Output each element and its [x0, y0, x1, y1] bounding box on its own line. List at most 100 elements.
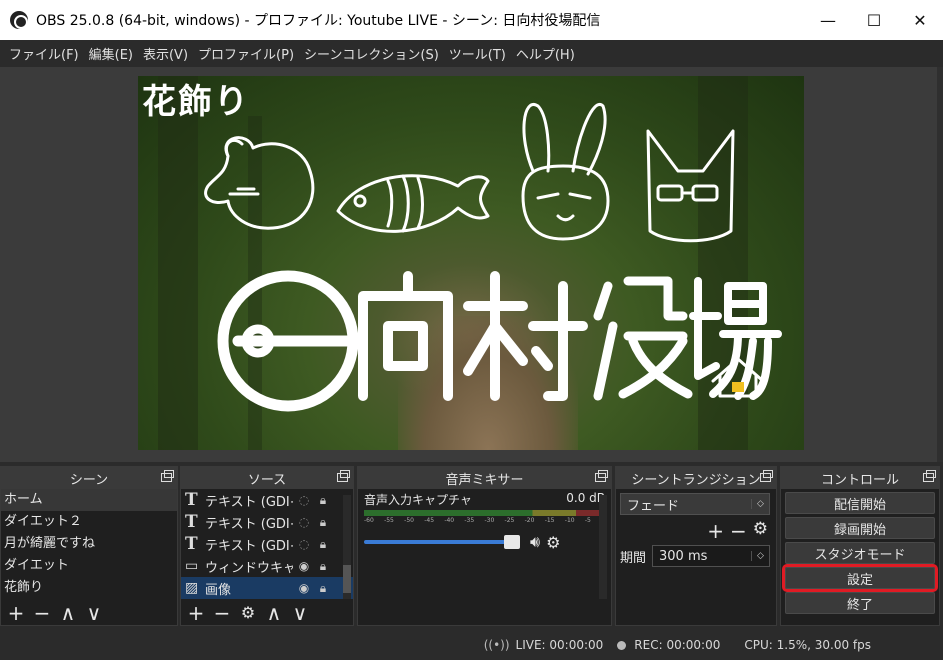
- preview-edge: [937, 67, 943, 462]
- menu-edit[interactable]: 編集(E): [84, 44, 138, 63]
- text-source-icon: T: [185, 490, 198, 510]
- source-row[interactable]: ▭ ウィンドウキャプ ◉ 🔒︎: [181, 555, 353, 577]
- tick-label: -5: [584, 517, 591, 524]
- controls-title: コントロール: [820, 472, 899, 488]
- scene-item-flower[interactable]: 花飾り: [1, 577, 177, 599]
- channel-name: 音声入力キャプチャ: [364, 493, 472, 507]
- float-icon[interactable]: [760, 470, 773, 482]
- live-status: ((•)) LIVE: 00:00:00: [484, 638, 604, 652]
- tick-label: -25: [504, 517, 515, 524]
- window-capture-icon: ▭: [185, 558, 199, 574]
- eye-hidden-icon[interactable]: ◌: [293, 537, 315, 551]
- remove-scene-button[interactable]: −: [33, 603, 51, 623]
- gear-icon[interactable]: ⚙: [753, 519, 768, 543]
- menu-view[interactable]: 表示(V): [138, 44, 193, 63]
- scene-item-home[interactable]: ホーム: [1, 489, 177, 511]
- lock-icon[interactable]: 🔒︎: [315, 559, 331, 574]
- source-row[interactable]: T テキスト (GDI+ ◌ 🔒︎: [181, 489, 353, 511]
- start-recording-button[interactable]: 録画開始: [785, 517, 935, 539]
- transition-tools: + − ⚙: [616, 515, 776, 543]
- rec-time: REC: 00:00:00: [634, 638, 721, 652]
- move-up-button[interactable]: ∧: [265, 603, 283, 623]
- speaker-icon[interactable]: 🔊︎: [530, 532, 540, 552]
- broadcast-icon: ((•)): [483, 638, 510, 652]
- menu-tools[interactable]: ツール(T): [444, 44, 511, 63]
- studio-mode-button[interactable]: スタジオモード: [785, 542, 935, 564]
- scenes-title: シーン: [69, 472, 109, 488]
- source-properties-button[interactable]: ⚙: [239, 603, 257, 623]
- status-bar: ((•)) LIVE: 00:00:00 REC: 00:00:00 CPU: …: [0, 630, 943, 660]
- duration-row: 期間 300 ms ◇: [620, 545, 770, 567]
- move-down-button[interactable]: ∨: [291, 603, 309, 623]
- volume-meter: [364, 510, 605, 516]
- move-up-button[interactable]: ∧: [59, 603, 77, 623]
- eye-hidden-icon[interactable]: ◌: [293, 515, 315, 529]
- duration-value: 300 ms: [659, 548, 708, 564]
- transition-value: フェード: [627, 498, 680, 514]
- rec-status: REC: 00:00:00: [617, 638, 720, 652]
- scene-item-diet2[interactable]: ダイエット２: [1, 511, 177, 533]
- minimize-button[interactable]: —: [805, 0, 851, 40]
- mixer-scrollbar[interactable]: [599, 495, 607, 599]
- volume-slider-handle[interactable]: [504, 535, 520, 549]
- start-streaming-button[interactable]: 配信開始: [785, 492, 935, 514]
- remove-transition-button[interactable]: −: [730, 519, 747, 543]
- menu-file[interactable]: ファイル(F): [4, 44, 84, 63]
- scene-item-moon[interactable]: 月が綺麗ですね: [1, 533, 177, 555]
- transition-select[interactable]: フェード ◇: [620, 493, 770, 515]
- source-row[interactable]: T テキスト (GDI+ ◌ 🔒︎: [181, 533, 353, 555]
- meter-ticks: -60 -55 -50 -45 -40 -35 -30 -25 -20 -15 …: [364, 517, 605, 524]
- scenes-dock: シーン ホーム ダイエット２ 月が綺麗ですね ダイエット 花飾り + − ∧ ∨: [0, 466, 178, 626]
- add-source-button[interactable]: +: [187, 603, 205, 623]
- menu-scene-collection[interactable]: シーンコレクション(S): [299, 44, 444, 63]
- source-row[interactable]: T テキスト (GDI+ ◌ 🔒︎: [181, 511, 353, 533]
- eye-icon[interactable]: ◉: [293, 581, 315, 595]
- tick-label: -15: [544, 517, 555, 524]
- exit-button[interactable]: 終了: [785, 592, 935, 614]
- lock-icon[interactable]: 🔒︎: [315, 581, 331, 596]
- volume-slider[interactable]: [364, 535, 520, 549]
- maximize-button[interactable]: ☐: [851, 0, 897, 40]
- source-row-selected[interactable]: ▨ 画像 ◉ 🔒︎: [181, 577, 353, 599]
- scenes-toolbar: + − ∧ ∨: [1, 601, 177, 625]
- gear-icon[interactable]: ⚙: [546, 533, 560, 552]
- spin-arrows-icon[interactable]: ◇: [751, 551, 769, 561]
- tick-label: -55: [384, 517, 394, 524]
- text-source-icon: T: [185, 512, 198, 532]
- mixer-channel: 音声入力キャプチャ 0.0 dB: [358, 489, 611, 508]
- menu-profile[interactable]: プロファイル(P): [193, 44, 299, 63]
- tick-label: -60: [364, 517, 374, 524]
- float-icon[interactable]: [161, 470, 174, 482]
- lock-icon[interactable]: 🔒︎: [315, 537, 331, 552]
- float-icon[interactable]: [595, 470, 608, 482]
- lock-icon[interactable]: 🔒︎: [315, 493, 331, 508]
- scene-item-diet[interactable]: ダイエット: [1, 555, 177, 577]
- chevron-updown-icon: ◇: [751, 499, 769, 509]
- lock-icon[interactable]: 🔒︎: [315, 515, 331, 530]
- sources-scrollbar[interactable]: [343, 495, 351, 599]
- menu-bar: ファイル(F) 編集(E) 表示(V) プロファイル(P) シーンコレクション(…: [0, 40, 943, 67]
- preview-canvas[interactable]: 花飾り: [138, 76, 804, 450]
- close-button[interactable]: ✕: [897, 0, 943, 40]
- float-icon[interactable]: [923, 470, 936, 482]
- cpu-status: CPU: 1.5%, 30.00 fps: [744, 638, 871, 652]
- scroll-thumb[interactable]: [343, 565, 351, 593]
- add-transition-button[interactable]: +: [707, 519, 724, 543]
- tick-label: -30: [484, 517, 495, 524]
- menu-help[interactable]: ヘルプ(H): [511, 44, 580, 63]
- volume-row: 🔊︎ ⚙: [364, 532, 605, 552]
- text-source-icon: T: [185, 534, 198, 554]
- tick-label: -45: [424, 517, 435, 524]
- settings-button[interactable]: 設定: [782, 564, 938, 592]
- remove-source-button[interactable]: −: [213, 603, 231, 623]
- eye-icon[interactable]: ◉: [293, 559, 315, 573]
- float-icon[interactable]: [337, 470, 350, 482]
- add-scene-button[interactable]: +: [7, 603, 25, 623]
- tick-label: -50: [404, 517, 414, 524]
- sources-title: ソース: [247, 472, 287, 488]
- duration-spinbox[interactable]: 300 ms ◇: [652, 545, 770, 567]
- source-name: テキスト (GDI+: [205, 516, 293, 532]
- eye-hidden-icon[interactable]: ◌: [293, 493, 315, 507]
- move-down-button[interactable]: ∨: [85, 603, 103, 623]
- tick-label: -20: [524, 517, 535, 524]
